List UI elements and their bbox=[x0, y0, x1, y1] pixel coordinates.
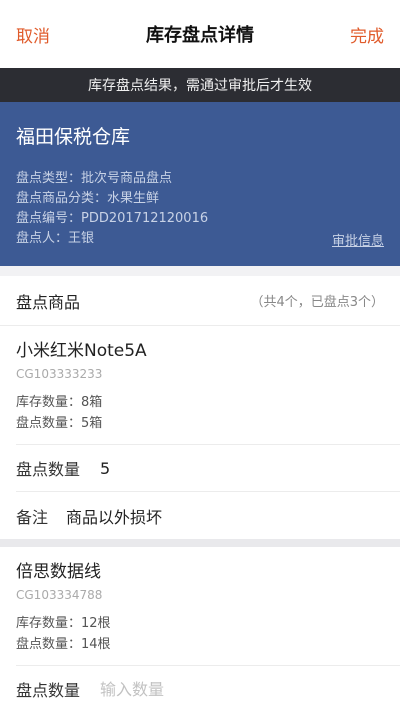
approval-notice: 库存盘点结果，需通过审批后才生效 bbox=[0, 68, 400, 102]
count-category: 盘点商品分类：水果生鲜 bbox=[16, 191, 160, 206]
count-label: 盘点数量 bbox=[16, 681, 81, 700]
count-row[interactable]: 盘点数量 5 bbox=[16, 445, 400, 492]
counted-quantity: 盘点数量：14根 bbox=[16, 637, 111, 652]
product-item: 小米红米Note5A CG103333233 库存数量：8箱 盘点数量：5箱 盘… bbox=[0, 326, 400, 539]
stock-quantity: 库存数量：8箱 bbox=[16, 395, 103, 410]
section-gap bbox=[0, 266, 400, 276]
page-title: 库存盘点详情 bbox=[146, 25, 254, 46]
product-info: 倍思数据线 CG103334788 库存数量：12根 盘点数量：14根 bbox=[16, 547, 400, 666]
remark-row[interactable]: 备注 商品以外损坏 bbox=[16, 492, 400, 539]
quantity-input[interactable] bbox=[100, 679, 300, 699]
product-name: 倍思数据线 bbox=[16, 562, 101, 582]
cancel-button[interactable]: 取消 bbox=[16, 22, 50, 47]
section-title: 盘点商品 bbox=[16, 292, 81, 312]
product-item: 倍思数据线 CG103334788 库存数量：12根 盘点数量：14根 盘点数量 bbox=[0, 547, 400, 710]
remark-value[interactable]: 商品以外损坏 bbox=[66, 504, 162, 528]
product-code: CG103334788 bbox=[16, 588, 103, 602]
product-divider bbox=[0, 539, 400, 547]
product-info: 小米红米Note5A CG103333233 库存数量：8箱 盘点数量：5箱 bbox=[16, 326, 400, 445]
count-row[interactable]: 盘点数量 bbox=[16, 666, 400, 710]
count-label: 盘点数量 bbox=[16, 460, 81, 479]
count-value[interactable]: 5 bbox=[100, 459, 110, 478]
warehouse-name: 福田保税仓库 bbox=[16, 126, 131, 148]
count-number: 盘点编号：PDD201712120016 bbox=[16, 211, 209, 226]
section-count: （共4个，已盘点3个） bbox=[250, 295, 384, 310]
product-code: CG103333233 bbox=[16, 367, 103, 381]
counted-quantity: 盘点数量：5箱 bbox=[16, 416, 103, 431]
approval-info-link[interactable]: 审批信息 bbox=[332, 230, 384, 249]
count-person: 盘点人：王银 bbox=[16, 231, 95, 246]
products-section-header: 盘点商品 （共4个，已盘点3个） bbox=[0, 276, 400, 326]
stock-quantity: 库存数量：12根 bbox=[16, 616, 111, 631]
done-button[interactable]: 完成 bbox=[350, 22, 384, 47]
nav-bar: 取消 库存盘点详情 完成 bbox=[0, 0, 400, 68]
count-type: 盘点类型：批次号商品盘点 bbox=[16, 171, 173, 186]
product-name: 小米红米Note5A bbox=[16, 341, 147, 361]
remark-label: 备注 bbox=[16, 507, 49, 527]
warehouse-card: 福田保税仓库 盘点类型：批次号商品盘点 盘点商品分类：水果生鲜 盘点编号：PDD… bbox=[0, 102, 400, 266]
